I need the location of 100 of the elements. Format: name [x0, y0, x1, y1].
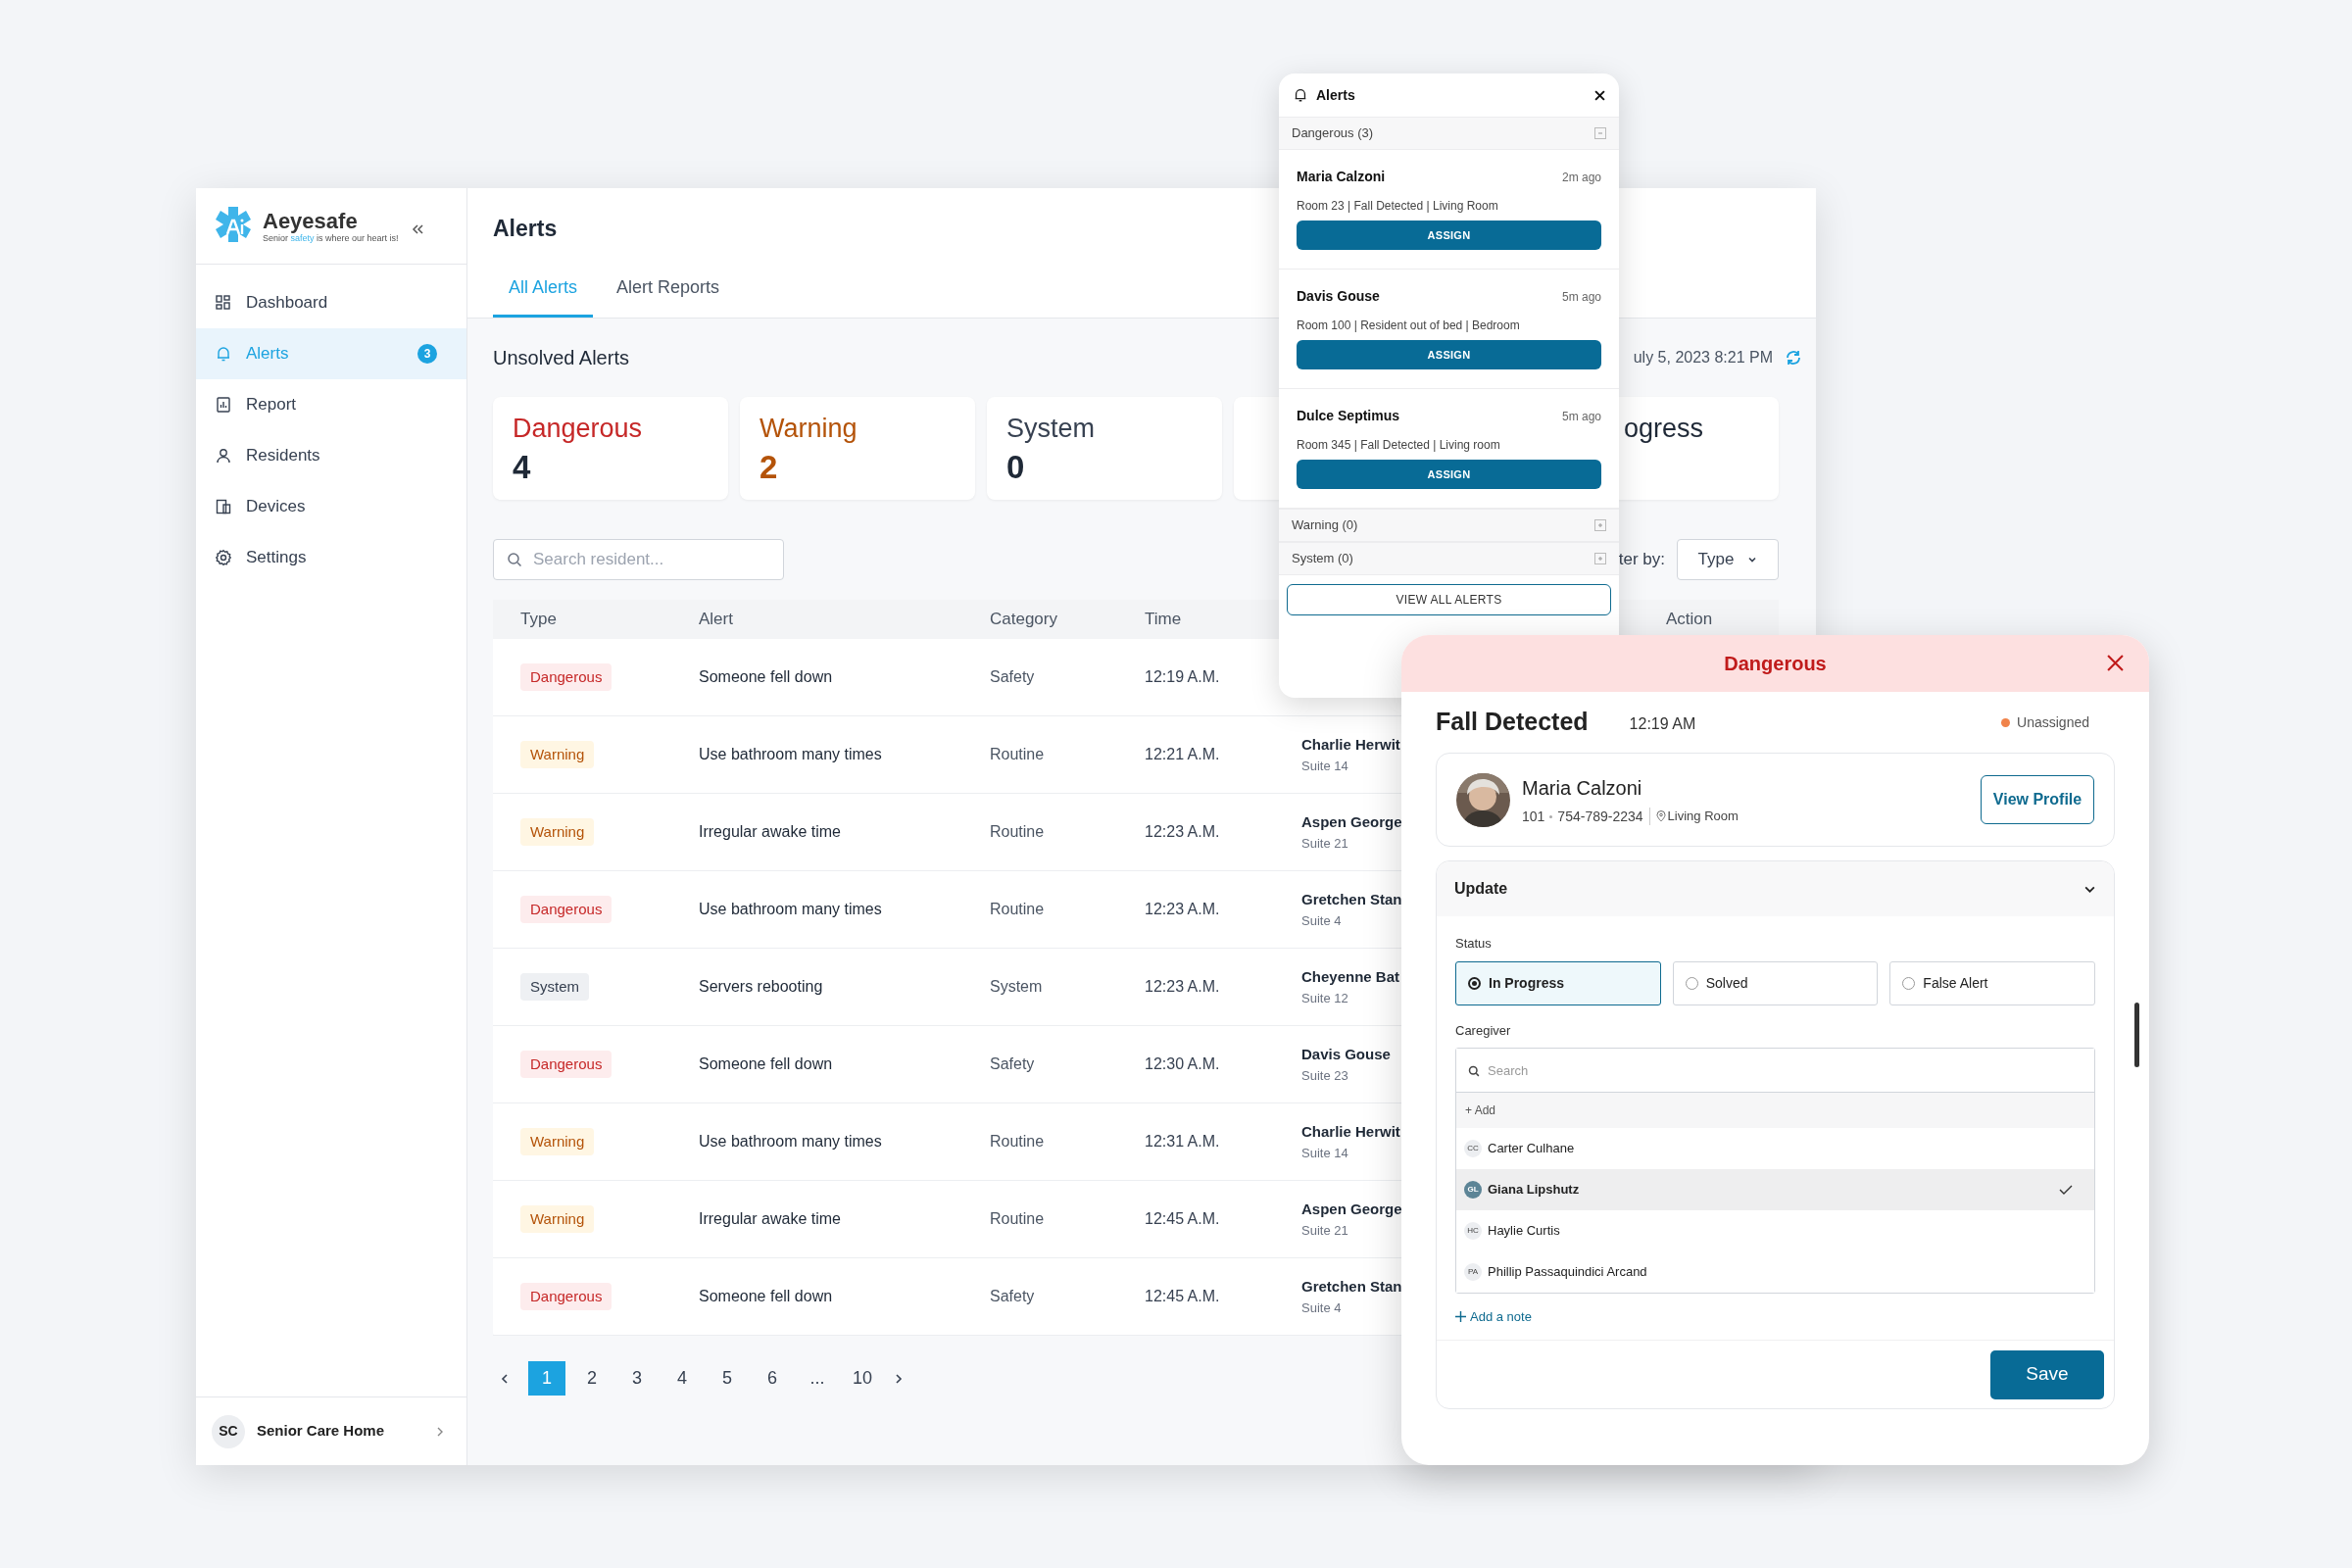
resident-name: Charlie Herwit — [1301, 1122, 1400, 1142]
page-number[interactable]: ... — [799, 1361, 836, 1396]
category-text: Routine — [990, 1133, 1045, 1150]
alert-text: Someone fell down — [699, 1288, 833, 1304]
page-number[interactable]: 3 — [618, 1361, 656, 1396]
resident-name: Gretchen Stan — [1301, 1277, 1402, 1297]
resident-name: Maria Calzoni — [1297, 168, 1386, 186]
facility-switcher[interactable]: SC Senior Care Home — [196, 1396, 466, 1465]
resident-name: Gretchen Stan — [1301, 890, 1402, 909]
alert-text: Irregular awake time — [699, 823, 841, 840]
suite-text: Suite 21 — [1301, 834, 1348, 853]
type-tag: Warning — [520, 740, 595, 769]
time-ago: 2m ago — [1561, 169, 1601, 186]
page-number[interactable]: 10 — [844, 1361, 881, 1396]
add-note-link[interactable]: Add a note — [1455, 1307, 1532, 1327]
caregiver-search-field[interactable]: Search — [1456, 1049, 2094, 1093]
stat-label: System — [1006, 413, 1097, 445]
column-header: Category — [990, 610, 1057, 629]
last-updated-time: uly 5, 2023 8:21 PM — [1633, 348, 1773, 368]
page-number[interactable]: 5 — [709, 1361, 746, 1396]
sidebar-item[interactable]: Devices — [196, 481, 466, 532]
resident-name: Davis Gouse — [1297, 287, 1380, 306]
time-text: 12:23 A.M. — [1145, 978, 1220, 995]
checkmark-icon — [2059, 1185, 2073, 1195]
initials-avatar: HC — [1464, 1222, 1482, 1240]
column-header: Type — [520, 610, 557, 629]
facility-name: Senior Care Home — [257, 1421, 386, 1442]
type-dropdown[interactable]: Type — [1677, 539, 1779, 580]
initials-avatar: CC — [1464, 1140, 1482, 1157]
scrollbar[interactable] — [2134, 1003, 2139, 1067]
column-header: Alert — [699, 610, 733, 629]
sidebar-label: Dashboard — [246, 292, 329, 315]
save-button[interactable]: Save — [1990, 1349, 2104, 1399]
sidebar-label: Settings — [246, 547, 308, 569]
view-profile-button[interactable]: View Profile — [1981, 775, 2094, 824]
time-text: 12:23 A.M. — [1145, 823, 1220, 840]
count-badge: 3 — [417, 344, 437, 364]
view-all-alerts-button[interactable]: VIEW ALL ALERTS — [1287, 584, 1611, 615]
type-tag: Dangerous — [520, 662, 612, 692]
suite-text: Suite 23 — [1301, 1066, 1348, 1085]
assign-button[interactable]: ASSIGN — [1297, 340, 1601, 369]
plus-icon — [1455, 1311, 1466, 1323]
resident-name: Dulce Septimus — [1297, 407, 1400, 425]
sidebar-item[interactable]: Residents — [196, 430, 466, 481]
group-header[interactable]: Warning (0) — [1279, 509, 1619, 542]
resident-name: Aspen George — [1301, 1200, 1402, 1219]
devices-icon — [215, 498, 232, 515]
person-icon — [215, 447, 232, 465]
sidebar-label: Alerts — [246, 343, 290, 366]
alert-time: 12:19 AM — [1629, 714, 1696, 734]
sidebar-item[interactable]: Dashboard — [196, 277, 466, 328]
initials-avatar: GL — [1464, 1181, 1482, 1199]
status-option[interactable]: Solved — [1672, 960, 1879, 1005]
settings-icon — [215, 549, 232, 566]
assign-button[interactable]: ASSIGN — [1297, 220, 1601, 250]
column-header: Time — [1145, 610, 1182, 629]
sidebar-item[interactable]: Report — [196, 379, 466, 430]
alert-text: Use bathroom many times — [699, 1133, 882, 1150]
alert-text: Irregular awake time — [699, 1210, 841, 1227]
brand-tagline: Senior safety is where our heart is! — [263, 232, 399, 243]
sidebar-item[interactable]: Settings — [196, 532, 466, 583]
next-page-icon[interactable] — [893, 1372, 905, 1385]
page-number[interactable]: 4 — [663, 1361, 701, 1396]
room-number: 101 — [1522, 807, 1545, 826]
collapse-icon[interactable] — [410, 221, 424, 236]
suite-text: Suite 14 — [1301, 757, 1348, 775]
type-tag: System — [520, 972, 589, 1002]
update-header[interactable]: Update — [1437, 861, 2114, 916]
type-tag: Dangerous — [520, 1050, 612, 1079]
category-text: Routine — [990, 1210, 1045, 1227]
chevron-down-icon — [1747, 555, 1758, 564]
time-text: 12:21 A.M. — [1145, 746, 1220, 762]
search-field[interactable]: Search resident... — [493, 539, 784, 580]
group-header[interactable]: System (0) — [1279, 542, 1619, 575]
time-text: 12:19 A.M. — [1145, 668, 1220, 685]
caregiver-option[interactable]: GL Giana Lipshutz — [1456, 1169, 2094, 1210]
previous-page-icon[interactable] — [499, 1372, 511, 1385]
page-number[interactable]: 2 — [573, 1361, 611, 1396]
alert-details: Room 345 | Fall Detected | Living room — [1297, 437, 1501, 454]
assign-button[interactable]: ASSIGN — [1297, 460, 1601, 489]
suite-text: Suite 12 — [1301, 989, 1348, 1007]
type-tag: Warning — [520, 817, 595, 847]
initials-avatar: PA — [1464, 1263, 1482, 1281]
category-text: Safety — [990, 668, 1035, 685]
time-text: 12:45 A.M. — [1145, 1288, 1220, 1304]
add-caregiver-option[interactable]: + Add — [1456, 1093, 2094, 1128]
close-icon[interactable] — [1594, 89, 1605, 101]
category-text: Safety — [990, 1288, 1035, 1304]
stat-label: Warning — [760, 413, 858, 445]
chevron-right-icon — [435, 1426, 445, 1437]
alert-text: Servers rebooting — [699, 978, 823, 995]
page-number[interactable]: 6 — [754, 1361, 791, 1396]
status-option[interactable]: In Progress — [1455, 960, 1661, 1005]
group-header[interactable]: Dangerous (3) — [1279, 117, 1619, 150]
stat-value: 4 — [513, 448, 532, 486]
suite-text: Suite 21 — [1301, 1221, 1348, 1240]
dashboard-icon — [215, 294, 232, 312]
tab[interactable]: Alert Reports — [601, 274, 736, 318]
refresh-icon[interactable] — [1785, 349, 1802, 367]
status-option[interactable]: False Alert — [1889, 960, 2095, 1005]
